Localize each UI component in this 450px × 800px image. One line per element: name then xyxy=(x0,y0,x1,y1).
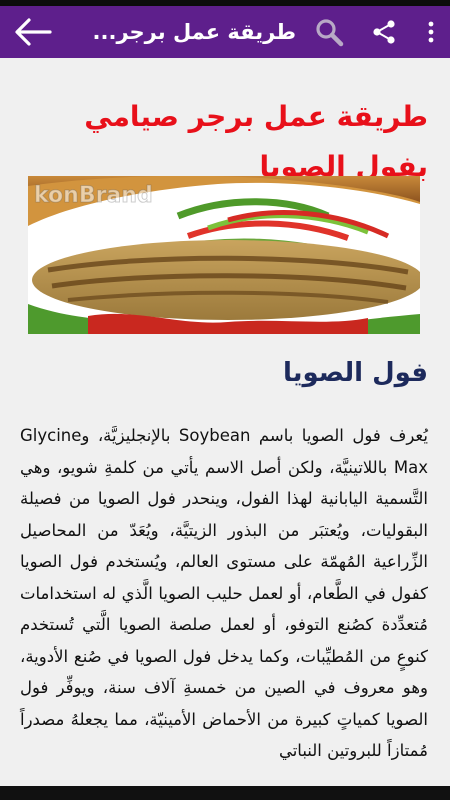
search-icon xyxy=(316,19,344,47)
share-icon xyxy=(373,20,395,44)
more-options-button[interactable] xyxy=(412,6,450,58)
section-heading: فول الصويا xyxy=(282,358,428,388)
back-arrow-icon xyxy=(15,18,52,46)
search-button[interactable] xyxy=(302,6,356,58)
article-paragraph: يُعرف فول الصويا باسم Soybean بالإنجليزي… xyxy=(20,426,428,760)
back-button[interactable] xyxy=(0,6,66,58)
share-button[interactable] xyxy=(356,6,412,58)
app-bar: طريقة عمل برجر... xyxy=(0,6,450,58)
navigation-bar xyxy=(0,786,450,800)
more-vert-icon xyxy=(428,21,434,43)
burger-image: konBrand xyxy=(28,176,420,334)
article-content[interactable]: طريقة عمل برجر صيامي بفول الصويا konBran… xyxy=(0,58,450,800)
appbar-title: طريقة عمل برجر... xyxy=(92,20,296,44)
image-watermark: konBrand xyxy=(34,183,153,208)
